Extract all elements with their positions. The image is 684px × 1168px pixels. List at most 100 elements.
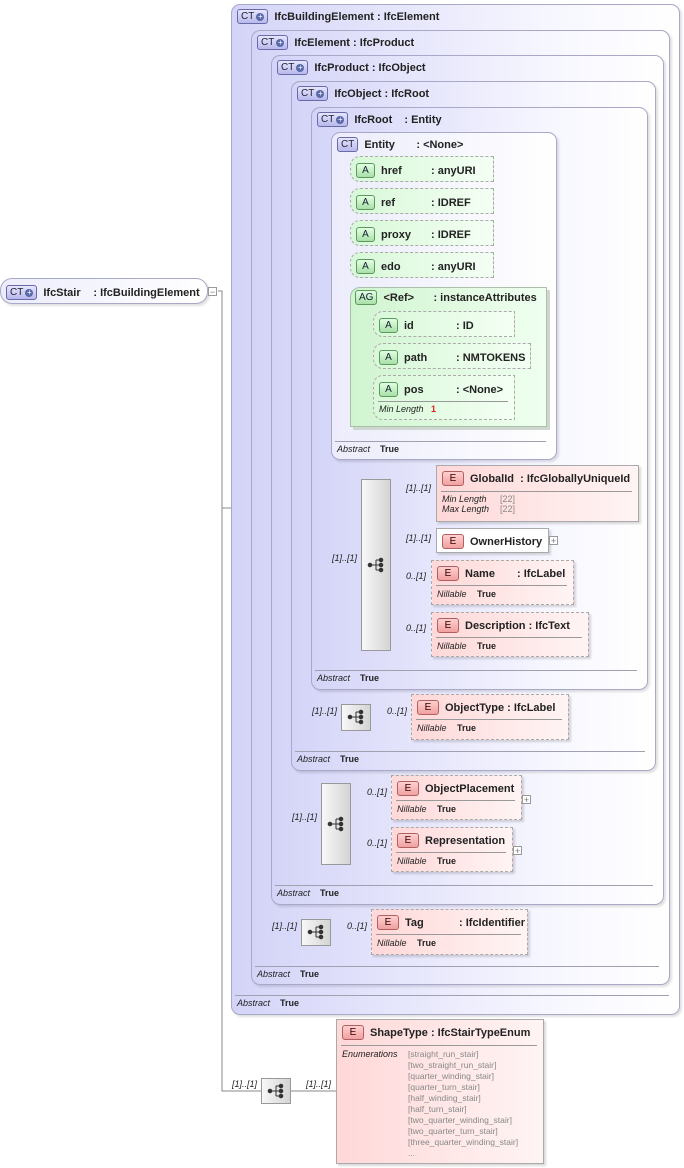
complex-type-badge: CT + bbox=[317, 112, 349, 127]
multiplicity-label: 0..[1] bbox=[367, 787, 388, 797]
attribute-id[interactable]: Aid : ID bbox=[373, 311, 515, 337]
attribute-badge: A bbox=[356, 163, 375, 178]
divider bbox=[378, 401, 508, 402]
plus-icon: + bbox=[256, 11, 265, 21]
enum-value: [two_straight_run_stair] bbox=[408, 1060, 497, 1070]
sequence-compositor[interactable] bbox=[301, 919, 331, 946]
element-type: : IfcText bbox=[528, 619, 570, 632]
sequence-compositor[interactable] bbox=[361, 479, 391, 651]
element-objecttype[interactable]: E ObjectType : IfcLabel Nillable True bbox=[411, 694, 569, 740]
type-name: IfcRoot bbox=[354, 113, 393, 126]
attribute-edo[interactable]: Aedo: anyURI bbox=[350, 252, 494, 278]
plus-icon: + bbox=[276, 37, 285, 47]
abstract-property: Abstract True bbox=[297, 754, 360, 764]
divider bbox=[275, 885, 653, 886]
divider bbox=[436, 637, 582, 638]
multiplicity-label: [1]..[1] bbox=[292, 812, 318, 822]
element-name-label: Name bbox=[465, 567, 495, 580]
nillable-property: Nillable True bbox=[397, 856, 457, 866]
divider bbox=[416, 719, 562, 720]
divider bbox=[235, 995, 669, 996]
enumerations-label: Enumerations bbox=[342, 1049, 398, 1059]
divider bbox=[315, 670, 637, 671]
element-type: : IfcLabel bbox=[507, 701, 556, 714]
enum-value: [quarter_turn_stair] bbox=[408, 1082, 480, 1092]
attribute-proxy[interactable]: Aproxy: IDREF bbox=[350, 220, 494, 246]
element-name: OwnerHistory bbox=[470, 535, 543, 548]
divider bbox=[436, 585, 567, 586]
attribute-group-name: <Ref> bbox=[383, 291, 415, 304]
element-name[interactable]: E Name: IfcLabel Nillable True bbox=[431, 560, 574, 605]
base-type: : IfcBuildingElement bbox=[93, 286, 200, 299]
enumeration-list: [straight_run_stair] [two_straight_run_s… bbox=[408, 1049, 518, 1159]
enum-value: [two_quarter_turn_stair] bbox=[408, 1126, 498, 1136]
complex-type-badge: CT + bbox=[257, 35, 289, 50]
nillable-property: Nillable True bbox=[397, 804, 457, 814]
divider bbox=[441, 491, 632, 492]
element-ownerhistory[interactable]: E OwnerHistory bbox=[436, 528, 549, 553]
plus-icon: + bbox=[296, 62, 305, 72]
max-length-property: Max Length [22] bbox=[442, 504, 516, 514]
base-type: : IfcRoot bbox=[384, 87, 430, 100]
attribute-type: : ID bbox=[456, 319, 474, 332]
attribute-name: id bbox=[404, 319, 414, 332]
enum-value: [three_quarter_winding_stair] bbox=[408, 1137, 519, 1147]
expand-button[interactable]: + bbox=[522, 795, 531, 805]
abstract-property: Abstract True bbox=[337, 444, 400, 454]
attribute-path[interactable]: Apath: NMTOKENS bbox=[373, 343, 531, 369]
abstract-property: Abstract True bbox=[317, 673, 380, 683]
divider bbox=[255, 966, 659, 967]
element-badge: E bbox=[417, 700, 439, 715]
element-description[interactable]: E Description : IfcText Nillable True bbox=[431, 612, 589, 657]
element-tag[interactable]: E Tag: IfcIdentifier Nillable True bbox=[371, 909, 528, 955]
attribute-type: : anyURI bbox=[431, 260, 476, 273]
attribute-type: : <None> bbox=[456, 383, 504, 396]
element-badge: E bbox=[397, 781, 419, 796]
sequence-compositor[interactable] bbox=[321, 783, 351, 865]
element-name: Representation bbox=[425, 834, 506, 847]
attribute-ref[interactable]: Aref: IDREF bbox=[350, 188, 494, 214]
abstract-property: Abstract True bbox=[237, 998, 300, 1008]
expand-button[interactable]: + bbox=[549, 536, 558, 546]
attribute-href[interactable]: Ahref: anyURI bbox=[350, 156, 494, 182]
divider bbox=[396, 800, 515, 801]
attribute-group-type: : instanceAttributes bbox=[433, 291, 537, 304]
attribute-pos[interactable]: Apos: <None> Min Length 1 bbox=[373, 375, 515, 420]
nillable-property: Nillable True bbox=[377, 938, 437, 948]
complex-type-badge: CT bbox=[337, 137, 359, 152]
element-globalid[interactable]: E GlobalId : IfcGloballyUniqueId Min Leng… bbox=[436, 465, 639, 522]
base-type: : IfcObject bbox=[371, 61, 426, 74]
min-length-property: Min Length [22] bbox=[442, 494, 516, 504]
enum-value: [quarter_winding_stair] bbox=[408, 1071, 494, 1081]
sequence-compositor[interactable] bbox=[261, 1078, 291, 1104]
attribute-badge: A bbox=[379, 318, 398, 333]
attribute-name: proxy bbox=[381, 228, 411, 241]
type-name: IfcStair bbox=[43, 286, 81, 299]
attribute-type: : anyURI bbox=[431, 164, 476, 177]
collapse-button[interactable]: − bbox=[208, 287, 217, 297]
abstract-property: Abstract True bbox=[277, 888, 340, 898]
element-representation[interactable]: E Representation Nillable True bbox=[391, 827, 513, 872]
divider bbox=[376, 934, 521, 935]
nillable-property: Nillable True bbox=[437, 589, 497, 599]
element-name: Description bbox=[465, 619, 526, 632]
divider bbox=[335, 441, 546, 442]
complex-type-badge: CT + bbox=[277, 60, 309, 75]
element-shapetype[interactable]: E ShapeType : IfcStairTypeEnum Enumeratio… bbox=[336, 1019, 544, 1164]
element-type: : IfcStairTypeEnum bbox=[430, 1026, 531, 1039]
expand-button[interactable]: + bbox=[513, 846, 522, 856]
divider bbox=[396, 852, 506, 853]
element-objectplacement[interactable]: E ObjectPlacement Nillable True bbox=[391, 775, 522, 820]
element-name: ObjectType bbox=[445, 701, 505, 714]
root-complex-type-ifcstair[interactable]: CT + IfcStair : IfcBuildingElement bbox=[0, 278, 208, 304]
min-length-property: Min Length 1 bbox=[379, 404, 437, 414]
multiplicity-label: [1]..[1] bbox=[406, 483, 432, 493]
type-name: IfcProduct bbox=[314, 61, 369, 74]
multiplicity-label: [1]..[1] bbox=[306, 1079, 332, 1089]
element-name: Tag bbox=[405, 916, 424, 929]
attribute-name: ref bbox=[381, 196, 396, 209]
sequence-compositor[interactable] bbox=[341, 704, 371, 731]
multiplicity-label: [1]..[1] bbox=[406, 533, 432, 543]
attribute-type: : IDREF bbox=[431, 228, 471, 241]
attribute-type: : IDREF bbox=[431, 196, 471, 209]
